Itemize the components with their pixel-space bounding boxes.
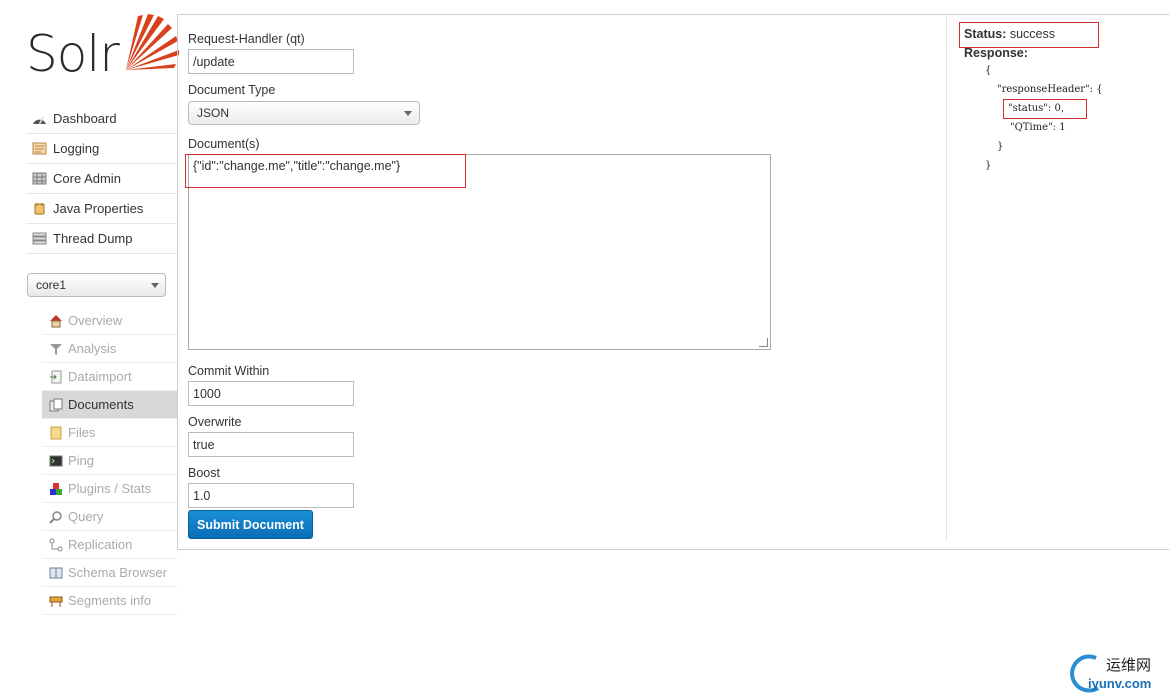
core-nav-item-replication[interactable]: Replication	[42, 531, 177, 559]
core-nav-label: Files	[68, 425, 96, 440]
home-icon	[49, 314, 63, 328]
watermark-en-text: iyunv.com	[1088, 676, 1152, 691]
core-nav-item-segments-info[interactable]: Segments info	[42, 587, 177, 615]
chevron-down-icon	[404, 111, 412, 116]
plugins-icon	[49, 482, 63, 496]
folder-icon	[49, 426, 63, 440]
chevron-down-icon	[151, 283, 159, 288]
dashboard-icon	[32, 112, 47, 125]
nav-item-dashboard[interactable]: Dashboard	[26, 104, 177, 134]
search-icon	[49, 510, 63, 524]
barrier-icon	[49, 594, 63, 608]
watermark: 运维网 iyunv.com	[1066, 652, 1166, 696]
terminal-icon	[49, 454, 63, 468]
core-admin-icon	[32, 172, 47, 185]
nav-label: Core Admin	[53, 171, 121, 186]
core-nav-label: Analysis	[68, 341, 117, 356]
nav-item-logging[interactable]: Logging	[26, 134, 177, 164]
core-nav-label: Dataimport	[68, 369, 132, 384]
core-nav-item-query[interactable]: Query	[42, 503, 177, 531]
logging-icon	[32, 142, 47, 155]
core-nav-item-schema-browser[interactable]: Schema Browser	[42, 559, 177, 587]
json-line: }	[997, 141, 1004, 152]
core-nav: Overview Analysis Dataimport Documents F…	[42, 307, 177, 615]
submit-document-button[interactable]: Submit Document	[188, 510, 313, 539]
core-nav-item-overview[interactable]: Overview	[42, 307, 177, 335]
java-properties-icon	[32, 202, 47, 215]
solr-logo[interactable]: Solr	[26, 14, 179, 84]
main-nav: Dashboard Logging Core Admin Java Proper…	[26, 104, 177, 254]
nav-item-core-admin[interactable]: Core Admin	[26, 164, 177, 194]
core-nav-label: Overview	[68, 313, 123, 328]
import-icon	[49, 370, 63, 384]
core-nav-label: Query	[68, 509, 104, 524]
documents-label: Document(s)	[188, 137, 260, 151]
commit-within-input[interactable]	[188, 381, 354, 406]
core-nav-item-dataimport[interactable]: Dataimport	[42, 363, 177, 391]
json-line: "QTime": 1	[1010, 122, 1066, 133]
nav-label: Dashboard	[53, 111, 117, 126]
core-nav-label: Replication	[68, 537, 133, 552]
core-nav-label: Ping	[68, 453, 95, 468]
nav-item-java-properties[interactable]: Java Properties	[26, 194, 177, 224]
request-handler-label: Request-Handler (qt)	[188, 32, 305, 46]
json-line: "responseHeader": {	[997, 84, 1103, 95]
commit-within-label: Commit Within	[188, 364, 270, 378]
document-type-label: Document Type	[188, 83, 276, 97]
status-code-highlight-box	[1003, 99, 1087, 119]
overwrite-input[interactable]	[188, 432, 354, 457]
status-highlight-box	[959, 22, 1099, 48]
watermark-cn-text: 运维网	[1106, 657, 1152, 674]
documents-icon	[49, 398, 63, 412]
document-type-value: JSON	[197, 106, 230, 120]
replication-icon	[49, 538, 63, 552]
nav-label: Java Properties	[53, 201, 144, 216]
core-nav-item-documents[interactable]: Documents	[42, 391, 177, 419]
core-nav-label: Segments info	[68, 593, 152, 608]
logo-text: Solr	[26, 25, 120, 83]
core-nav-label: Schema Browser	[68, 565, 167, 580]
funnel-icon	[49, 342, 63, 356]
request-handler-input[interactable]	[188, 49, 354, 74]
json-line: }	[985, 160, 992, 171]
nav-label: Thread Dump	[53, 231, 133, 246]
json-line: {	[985, 65, 992, 76]
resize-handle[interactable]	[759, 338, 768, 347]
document-type-select[interactable]: JSON	[188, 101, 420, 125]
response-label: Response:	[964, 46, 1028, 60]
boost-label: Boost	[188, 466, 220, 480]
panel-divider	[946, 14, 947, 541]
core-nav-label: Plugins / Stats	[68, 481, 152, 496]
solr-sun-icon	[126, 14, 179, 70]
core-nav-item-analysis[interactable]: Analysis	[42, 335, 177, 363]
book-icon	[49, 566, 63, 580]
core-nav-item-files[interactable]: Files	[42, 419, 177, 447]
document-highlight-box	[185, 154, 466, 188]
core-nav-item-ping[interactable]: Ping	[42, 447, 177, 475]
core-selector[interactable]: core1	[27, 273, 166, 297]
core-nav-item-plugins-stats[interactable]: Plugins / Stats	[42, 475, 177, 503]
core-nav-label: Documents	[68, 397, 134, 412]
nav-item-thread-dump[interactable]: Thread Dump	[26, 224, 177, 254]
core-selector-value: core1	[36, 278, 67, 292]
boost-input[interactable]	[188, 483, 354, 508]
nav-label: Logging	[53, 141, 100, 156]
overwrite-label: Overwrite	[188, 415, 242, 429]
thread-dump-icon	[32, 232, 47, 245]
